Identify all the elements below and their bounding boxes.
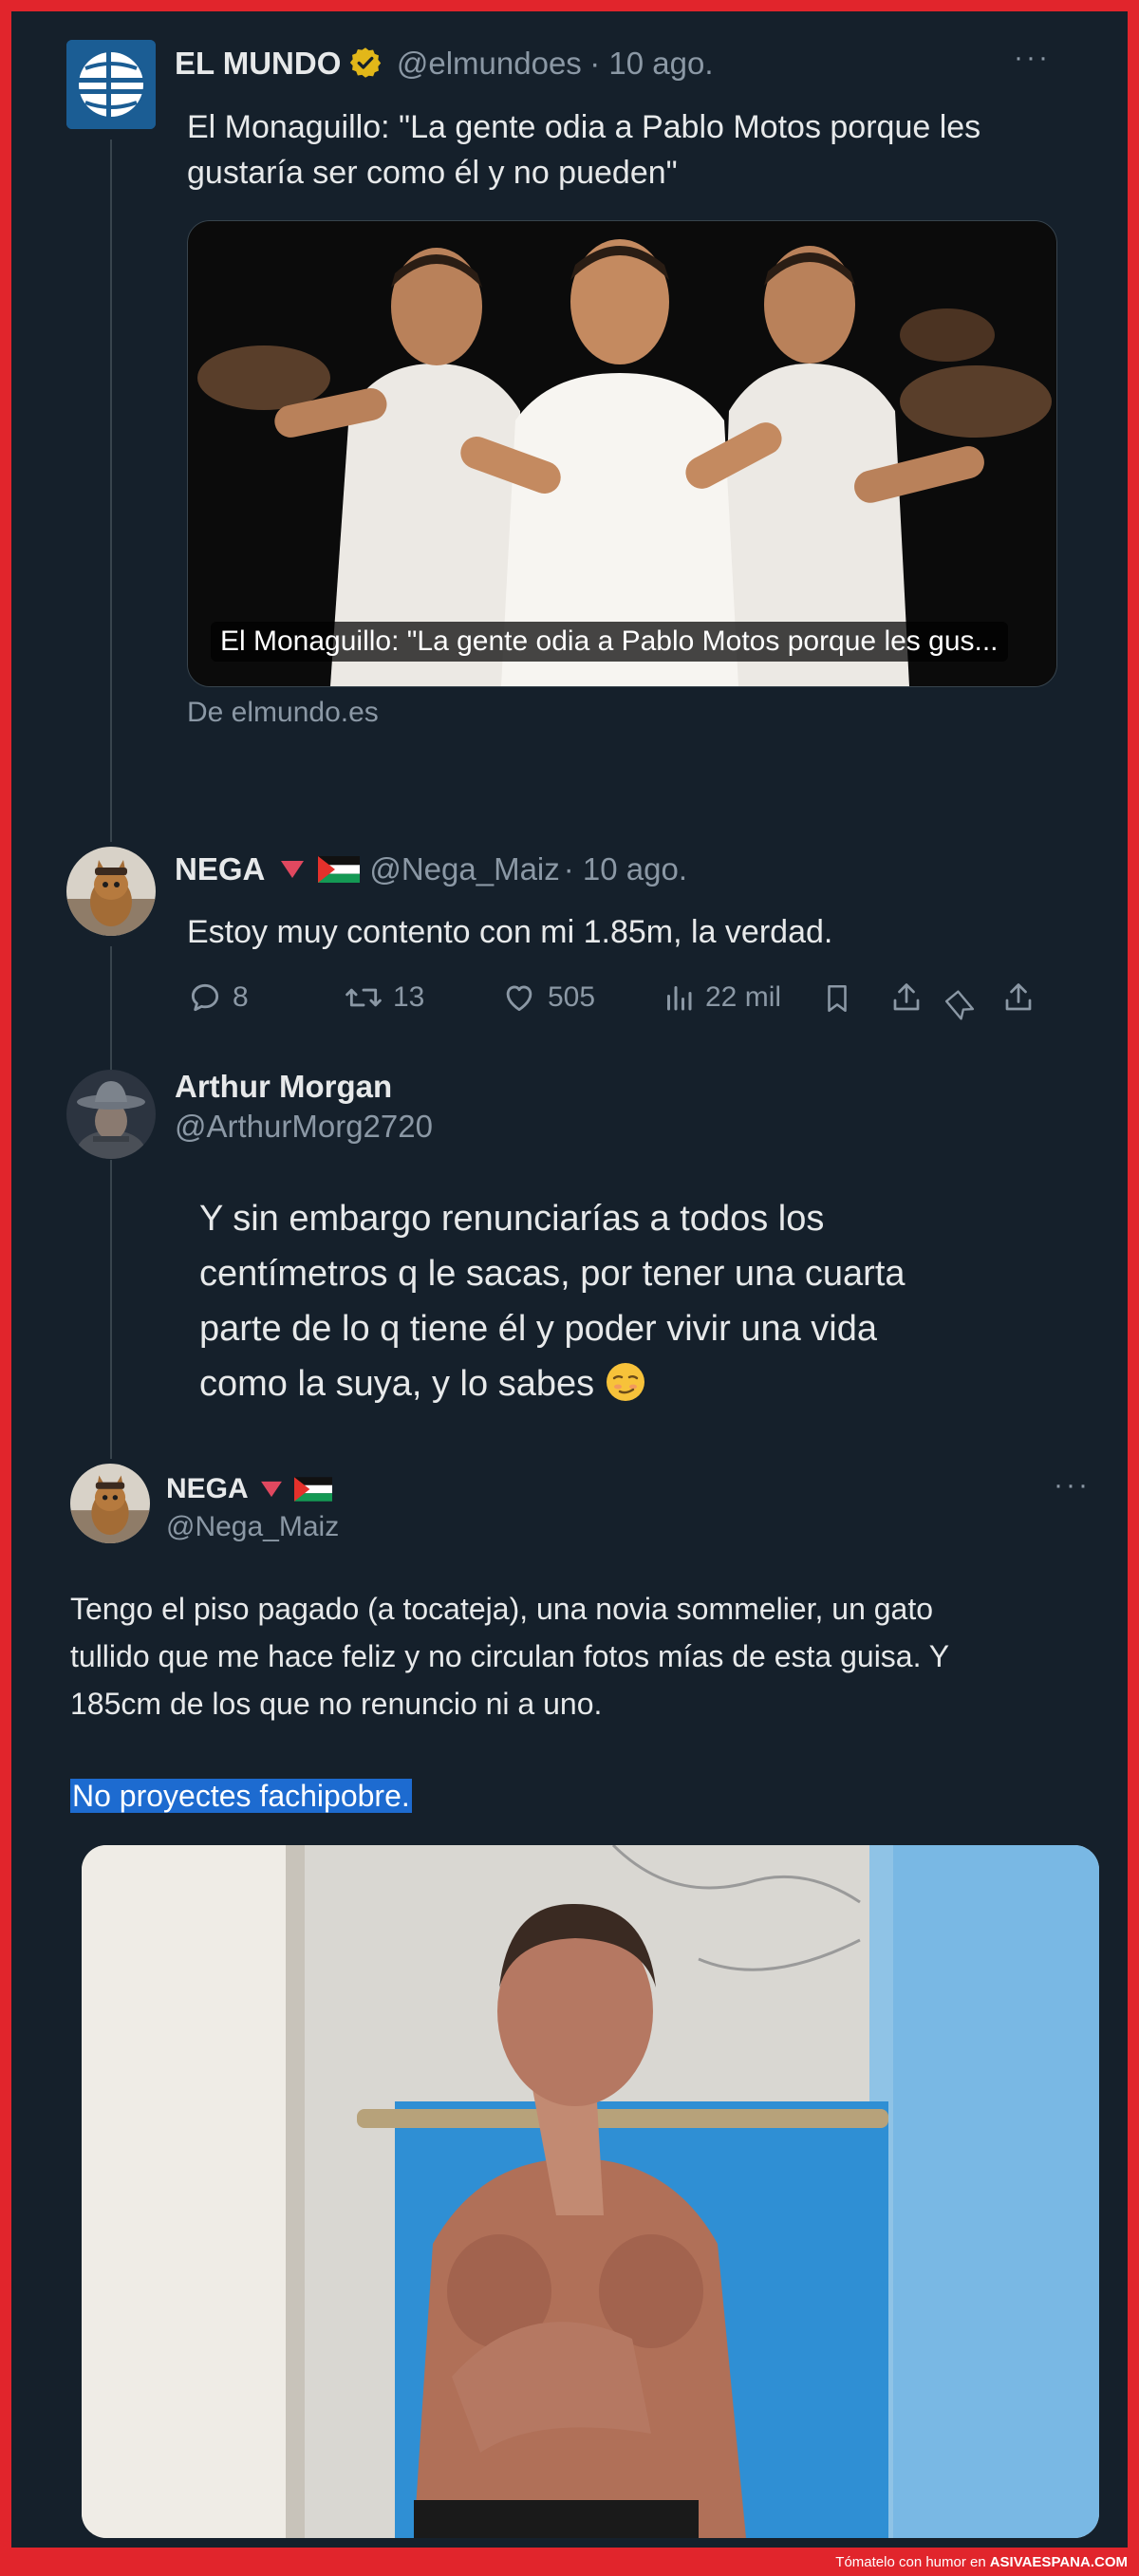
tweet-text: Tengo el piso pagado (a tocateja), una n… [70, 1585, 949, 1727]
author-name[interactable]: Arthur Morgan [175, 1069, 433, 1105]
share-button[interactable] [889, 980, 924, 1016]
highlighted-text-line: No proyectes fachipobre. [70, 1775, 412, 1817]
tweet-text-line: tullido que me hace feliz y no circulan … [70, 1639, 950, 1673]
tweet-text: Estoy muy contento con mi 1.85m, la verd… [187, 914, 833, 950]
thread-line [110, 140, 112, 842]
palestine-flag-icon [318, 856, 361, 883]
cat-avatar-icon [70, 1464, 150, 1543]
author-name[interactable]: EL MUNDO [175, 46, 341, 81]
views-chart-icon [667, 986, 692, 1011]
thread-screenshot: EL MUNDO @elmundoes · 10 ago. ··· El Mon… [11, 11, 1128, 2548]
tweet-header: NEGA @Nega_Maiz [166, 1473, 339, 1543]
elmundo-logo-icon [66, 40, 156, 129]
retweet-icon [345, 988, 382, 1007]
tweet-text-line: gustaría ser como él y no pueden" [187, 155, 678, 191]
cat-avatar-icon [66, 847, 156, 936]
retweet-count: 13 [393, 981, 425, 1013]
palestine-flag-icon [293, 1477, 332, 1502]
thread-line [110, 946, 112, 1070]
author-handle[interactable]: @elmundoes [397, 46, 582, 81]
tweet-text-line: 185cm de los que no renuncio ni a uno. [70, 1687, 603, 1721]
like-button[interactable]: 505 [500, 980, 595, 1016]
card-title: El Monaguillo: "La gente odia a Pablo Mo… [211, 622, 1008, 662]
avatar-nega[interactable] [66, 847, 156, 936]
share-icon [893, 983, 920, 1011]
tweet-date[interactable]: · 10 ago. [589, 46, 713, 81]
tweet-date[interactable]: · 10 ago. [564, 851, 687, 887]
footer-prefix: Tómatelo con humor en [835, 2553, 986, 2570]
red-triangle-icon [260, 1481, 282, 1498]
author-name[interactable]: NEGA [166, 1473, 249, 1505]
tweet-text: El Monaguillo: "La gente odia a Pablo Mo… [187, 104, 980, 196]
tweet-text-line: Tengo el piso pagado (a tocateja), una n… [70, 1592, 934, 1626]
tweet-text-line: como la suya, y lo sabes [199, 1364, 595, 1404]
reply-icon [191, 983, 219, 1012]
author-handle[interactable]: @ArthurMorg2720 [175, 1109, 433, 1145]
tweet-text-line: parte de lo q tiene él y poder vivir una… [199, 1309, 877, 1349]
avatar-arthur[interactable] [66, 1070, 156, 1159]
tweet-photo[interactable] [82, 1845, 1099, 2538]
photo-image [82, 1845, 1099, 2538]
retweet-button[interactable]: 13 [344, 980, 424, 1016]
selected-text[interactable]: No proyectes fachipobre. [70, 1779, 412, 1813]
card-source[interactable]: De elmundo.es [187, 697, 379, 729]
avatar-nega[interactable] [70, 1464, 150, 1543]
tweet-header: EL MUNDO @elmundoes · 10 ago. [175, 46, 714, 82]
smirk-emoji-icon [606, 1363, 644, 1401]
author-handle[interactable]: @Nega_Maiz [166, 1511, 339, 1543]
share-button-duplicate[interactable] [1001, 980, 1036, 1016]
more-options-icon[interactable]: ··· [1014, 42, 1051, 74]
cowboy-avatar-icon [66, 1070, 156, 1159]
card-image [188, 221, 1056, 686]
tweet-text: Y sin embargo renunciarías a todos los c… [199, 1191, 906, 1411]
tweet-text-line: El Monaguillo: "La gente odia a Pablo Mo… [187, 109, 981, 145]
share-icon [1005, 983, 1032, 1011]
tweet-header: NEGA @Nega_Maiz · 10 ago. [175, 851, 687, 887]
bookmark-button[interactable] [821, 980, 853, 1017]
thread-line [110, 1160, 112, 1459]
author-name[interactable]: NEGA [175, 851, 265, 887]
avatar-elmundo[interactable] [66, 40, 156, 129]
reply-button[interactable]: 8 [187, 980, 249, 1016]
verified-badge-icon [350, 47, 382, 78]
watermark-footer: Tómatelo con humor en ASIVAESPANA.COM [0, 2548, 1139, 2576]
views-count: 22 mil [705, 981, 782, 1013]
bookmark-tilted-icon [944, 990, 975, 1020]
tweet-text-line: Y sin embargo renunciarías a todos los [199, 1199, 825, 1239]
heart-icon [506, 985, 532, 1012]
tweet-text-line: centímetros q le sacas, por tener una cu… [199, 1254, 906, 1294]
red-triangle-icon [281, 861, 305, 878]
author-handle[interactable]: @Nega_Maiz [369, 851, 559, 887]
views-button[interactable]: 22 mil [662, 980, 781, 1016]
footer-site-link[interactable]: ASIVAESPANA.COM [990, 2554, 1128, 2570]
tweet-header: Arthur Morgan @ArthurMorg2720 [175, 1069, 433, 1145]
like-count: 505 [548, 981, 596, 1013]
more-options-icon[interactable]: ··· [1054, 1469, 1091, 1502]
reply-count: 8 [233, 981, 249, 1013]
link-card[interactable]: El Monaguillo: "La gente odia a Pablo Mo… [187, 220, 1057, 687]
tweet-actions: 8 13 505 22 mil [187, 980, 1070, 1027]
bookmark-icon [828, 984, 847, 1013]
bookmark-button-duplicate[interactable] [944, 987, 975, 1023]
